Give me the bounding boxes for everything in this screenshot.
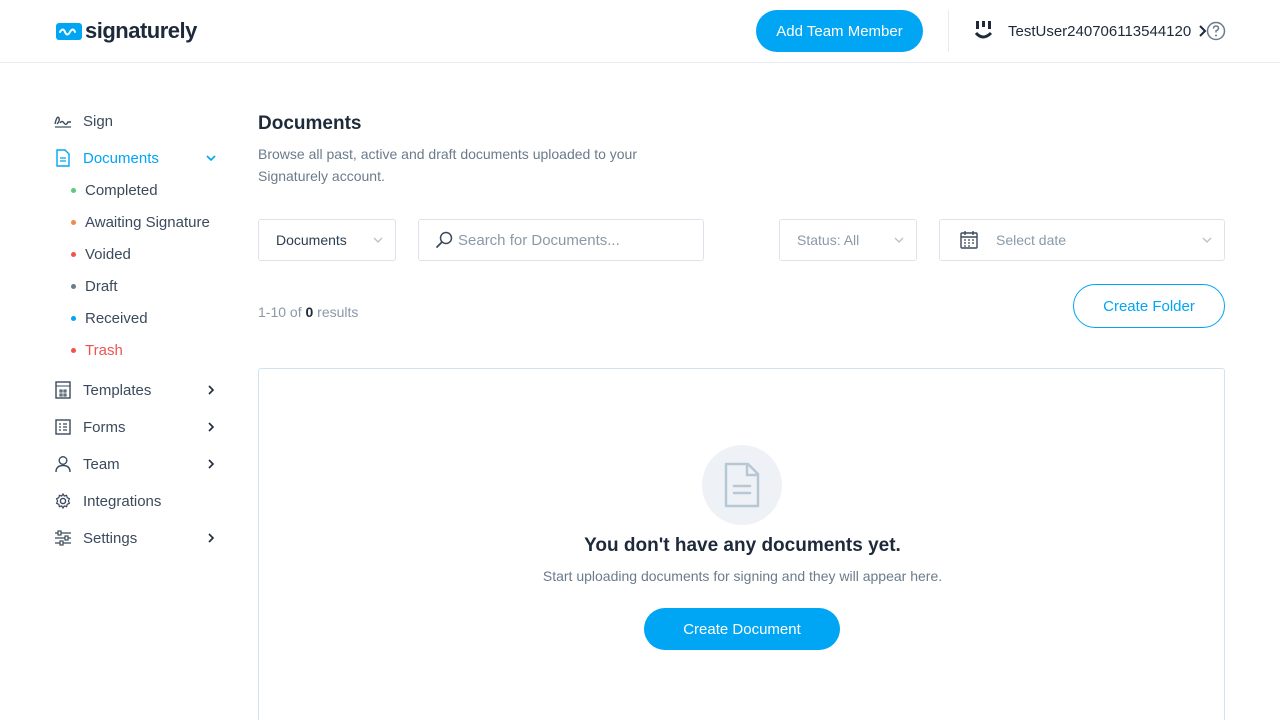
chevron-down-icon [1202,237,1212,243]
sidebar-subitem-voided[interactable]: Voided [71,244,131,264]
chevron-down-icon [894,237,904,243]
signature-icon [54,116,71,128]
status-dot [71,315,76,321]
subitem-label: Received [85,309,148,327]
sliders-icon [55,530,71,546]
sidebar-item-forms[interactable]: Forms [54,416,216,438]
date-placeholder: Select date [996,232,1067,248]
add-team-member-button[interactable]: Add Team Member [756,10,923,52]
chevron-right-icon [208,385,215,395]
date-picker[interactable]: Select date [939,219,1225,261]
sidebar-item-label: Integrations [83,492,162,510]
sidebar-item-label: Sign [83,112,114,130]
template-icon [55,381,71,399]
sidebar-subitem-completed[interactable]: Completed [71,180,158,200]
results-prefix: 1-10 of [258,304,302,320]
page-description: Browse all past, active and draft docume… [258,146,637,184]
status-dot [71,187,76,193]
create-document-button[interactable]: Create Document [644,608,840,650]
user-menu[interactable]: TestUser240706113544120 [970,19,1207,43]
top-header: signaturely Add Team Member TestUser2407… [0,0,1280,63]
form-icon [55,419,71,435]
status-dot [71,219,76,225]
search-input[interactable] [458,231,688,249]
select-value: Status: All [797,232,860,248]
calendar-icon [960,231,978,249]
empty-document-icon-wrap [702,445,782,525]
empty-state-subtitle: Start uploading documents for signing an… [542,568,943,584]
status-dot [71,283,76,289]
empty-state-title: You don't have any documents yet. [584,535,901,556]
username: TestUser240706113544120 [1008,22,1192,40]
sidebar-subitem-draft[interactable]: Draft [71,276,118,296]
select-value: Documents [276,232,347,248]
subitem-label: Completed [85,181,158,199]
chevron-right-icon [208,459,215,469]
user-icon [55,456,71,473]
logo-text: signaturely [85,18,197,43]
chevron-down-icon [206,155,216,162]
sidebar-subitem-awaiting-signature[interactable]: Awaiting Signature [71,212,210,232]
sidebar-item-integrations[interactable]: Integrations [54,490,216,512]
sidebar-item-settings[interactable]: Settings [54,527,216,549]
sidebar-item-label: Forms [83,418,126,436]
status-filter-select[interactable]: Status: All [779,219,917,261]
results-total: 0 [305,304,314,320]
results-suffix: results [317,304,359,320]
search-icon [436,231,453,248]
status-dot [71,251,76,257]
results-count: 1-10 of 0 results [258,304,358,320]
avatar-icon [974,21,993,39]
header-divider [948,10,949,52]
sidebar-item-team[interactable]: Team [54,453,216,475]
sidebar-item-sign[interactable]: Sign [54,110,216,132]
empty-state-panel: You don't have any documents yet. Start … [258,368,1225,720]
page-title: Documents [258,113,362,134]
chevron-right-icon [208,422,215,432]
sidebar-item-documents[interactable]: Documents [54,147,216,169]
help-icon[interactable] [1206,21,1226,41]
subitem-label: Trash [85,341,123,359]
logo-mark-icon [56,23,82,40]
chevron-right-icon [208,533,215,543]
document-icon [56,149,70,167]
document-icon [724,462,760,508]
subitem-label: Awaiting Signature [85,213,210,231]
signaturely-logo[interactable]: signaturely [56,18,197,44]
sidebar-item-label: Team [83,455,120,473]
gear-icon [55,492,71,510]
subitem-label: Voided [85,245,131,263]
sidebar-item-label: Settings [83,529,138,547]
search-field [418,219,704,261]
sidebar-subitem-received[interactable]: Received [71,308,148,328]
subitem-label: Draft [85,277,118,295]
sidebar-item-label: Documents [83,149,159,167]
sidebar-item-templates[interactable]: Templates [54,379,216,401]
chevron-down-icon [373,237,383,243]
create-folder-button[interactable]: Create Folder [1073,284,1225,328]
sidebar-item-label: Templates [83,381,152,399]
sidebar-subitem-trash[interactable]: Trash [71,340,123,360]
status-dot [71,347,76,353]
document-type-select[interactable]: Documents [258,219,396,261]
